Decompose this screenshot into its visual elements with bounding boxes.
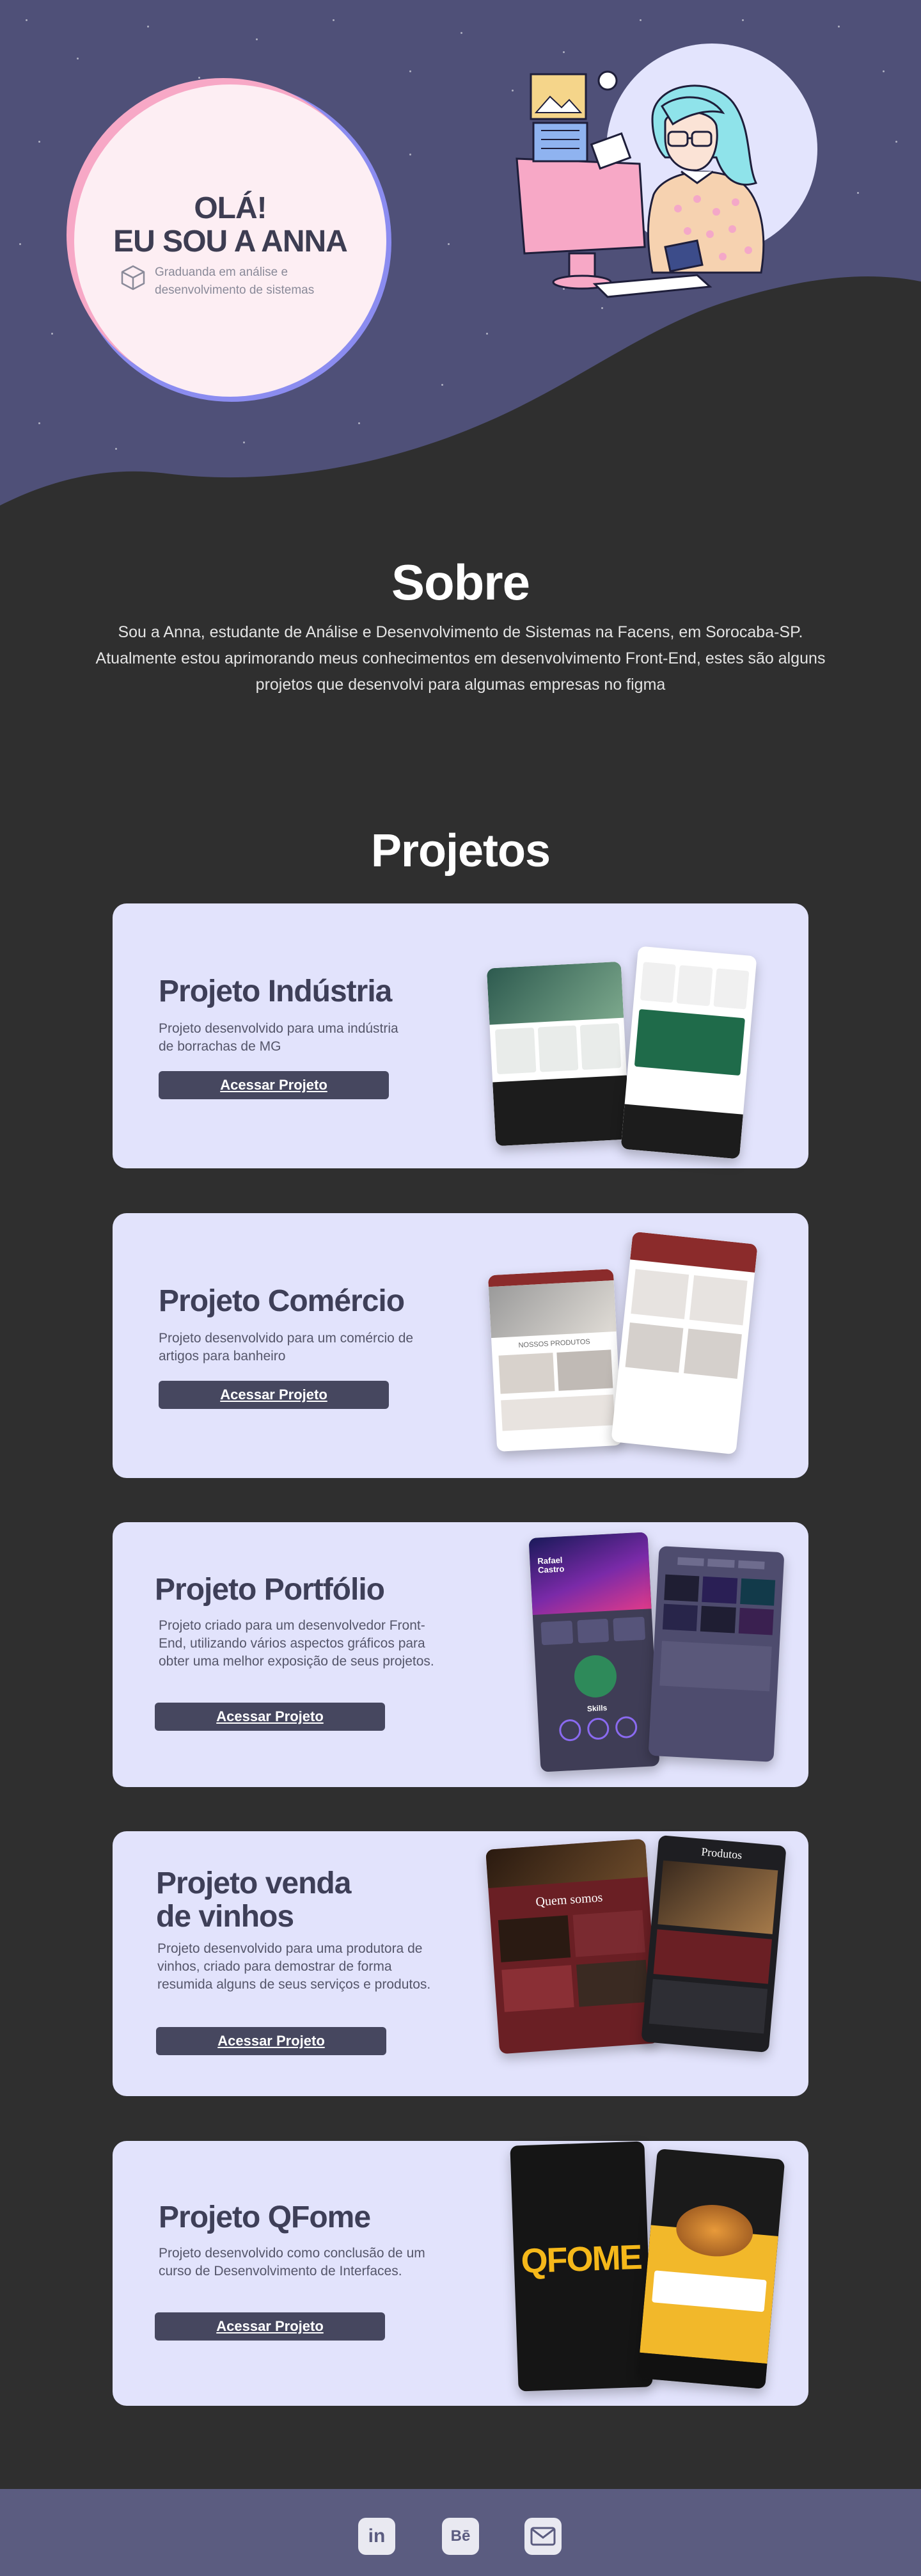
linkedin-icon[interactable]: in <box>358 2518 395 2555</box>
project-title: Projeto QFome <box>159 2200 371 2234</box>
project-mockup-left <box>486 961 631 1147</box>
project-mockup-left: Rafael Castro Skills <box>528 1532 660 1772</box>
projects-title: Projetos <box>370 825 551 877</box>
greeting-line-2: EU SOU A ANNA <box>113 225 348 258</box>
mockup-hero-image <box>486 961 624 1025</box>
mockup-portfolio-name: Rafael Castro <box>537 1555 565 1575</box>
project-mockup-right <box>637 2148 785 2390</box>
project-card-vinhos: Projeto venda de vinhos Projeto desenvol… <box>113 1831 808 2096</box>
project-title: Projeto Indústria <box>159 974 392 1008</box>
envelope-shape <box>530 2527 556 2546</box>
project-card-portfolio: Projeto Portfólio Projeto criado para um… <box>113 1522 808 1787</box>
access-project-button[interactable]: Acessar Projeto <box>159 1071 389 1099</box>
hero-subtitle-row: Graduanda em análise e desenvolvimento d… <box>119 264 362 299</box>
mail-icon[interactable] <box>524 2518 562 2555</box>
project-description: Projeto criado para um desenvolvedor Fro… <box>159 1618 434 1669</box>
project-description: Projeto desenvolvido para uma indústria … <box>159 1021 398 1054</box>
project-card-comercio: Projeto Comércio Projeto desenvolvido pa… <box>113 1213 808 1478</box>
project-title: Projeto Portfólio <box>155 1573 385 1607</box>
project-mockup-left: QFOME <box>510 2141 653 2392</box>
project-mockup-left: Quem somos <box>485 1838 659 2055</box>
girl-at-computer-illustration <box>516 70 765 298</box>
mockup-skills-label: Skills <box>586 1703 608 1713</box>
project-description: Projeto desenvolvido como conclusão de u… <box>159 2246 425 2278</box>
mockup-columns <box>489 1018 626 1080</box>
cube-icon <box>121 265 145 290</box>
about-title: Sobre <box>391 554 530 610</box>
project-mockup-right <box>648 1546 785 1762</box>
access-project-button[interactable]: Acessar Projeto <box>156 2027 386 2055</box>
access-project-button[interactable]: Acessar Projeto <box>159 1381 389 1409</box>
project-title-line-1: Projeto venda <box>156 1866 351 1900</box>
project-mockup-right: Produtos <box>641 1834 787 2053</box>
project-title: Projeto Comércio <box>159 1284 405 1318</box>
behance-icon[interactable]: Bē <box>442 2518 479 2555</box>
project-title: Projeto venda de vinhos <box>156 1866 351 1934</box>
project-mockup-left: NOSSOS PRODUTOS <box>487 1269 623 1452</box>
hero-subtitle: Graduanda em análise e desenvolvimento d… <box>155 266 315 297</box>
qfome-logo: QFOME <box>520 2238 642 2281</box>
access-project-button[interactable]: Acessar Projeto <box>155 2312 385 2341</box>
hero-section: OLÁ! EU SOU A ANNA Graduanda em análise … <box>0 0 921 525</box>
project-description: Projeto desenvolvido para uma produtora … <box>157 1941 431 1992</box>
project-card-qfome: Projeto QFome Projeto desenvolvido como … <box>113 2141 808 2406</box>
project-description: Projeto desenvolvido para um comércio de… <box>159 1331 414 1364</box>
greeting-line-1: OLÁ! <box>194 191 267 225</box>
mockup-footer-dark <box>492 1075 631 1147</box>
project-title-line-2: de vinhos <box>156 1900 294 1934</box>
about-text: Sou a Anna, estudante de Análise e Desen… <box>95 623 826 694</box>
access-project-button[interactable]: Acessar Projeto <box>155 1703 385 1731</box>
project-mockup-right <box>620 946 757 1159</box>
project-mockup-right <box>611 1231 758 1455</box>
project-card-industria: Projeto Indústria Projeto desenvolvido p… <box>113 903 808 1168</box>
hero-greeting: OLÁ! EU SOU A ANNA <box>74 192 386 258</box>
